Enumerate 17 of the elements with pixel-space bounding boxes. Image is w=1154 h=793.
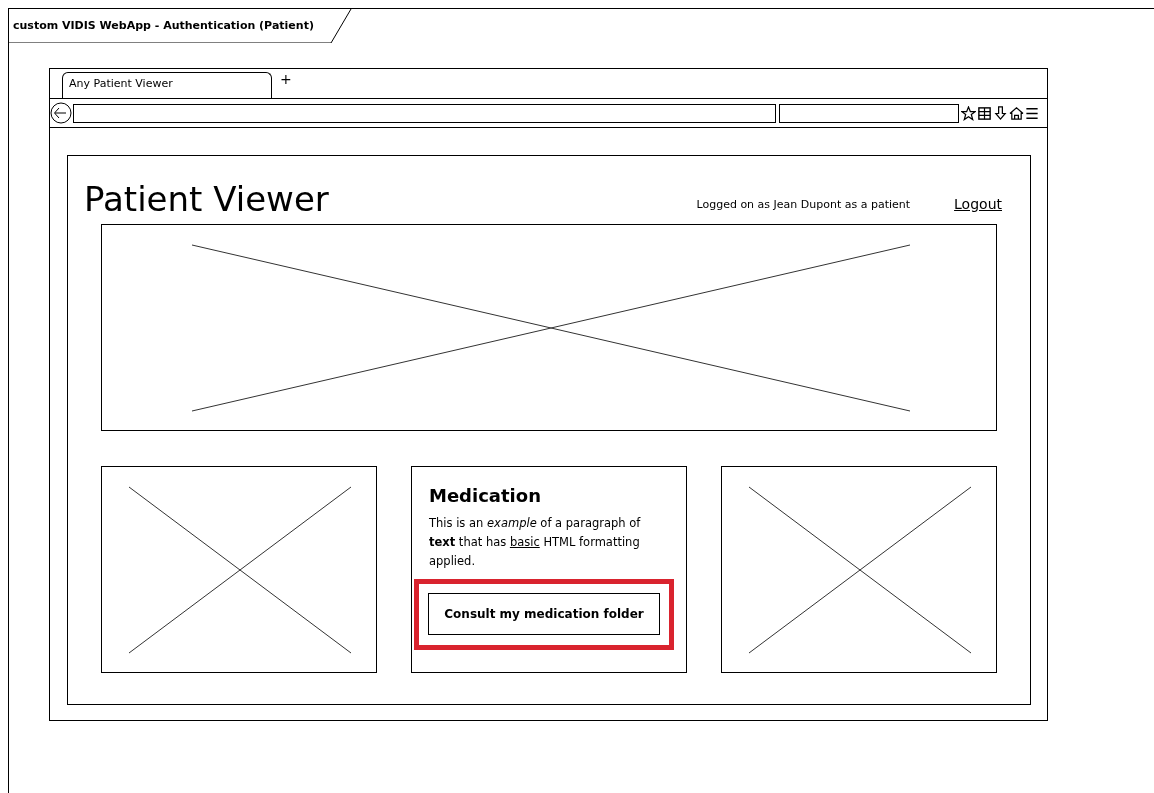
logout-link[interactable]: Logout — [954, 194, 1002, 215]
consult-button[interactable]: Consult my medication folder — [428, 592, 660, 635]
star-icon[interactable] — [961, 105, 976, 121]
list-icon[interactable] — [977, 105, 992, 121]
card-heading: Medication — [429, 485, 541, 508]
back-icon[interactable] — [50, 102, 72, 124]
search-field[interactable] — [779, 103, 959, 123]
download-icon[interactable] — [993, 105, 1008, 121]
new-tab-button[interactable]: + — [280, 72, 292, 86]
home-icon[interactable] — [1009, 105, 1024, 121]
diagram-title: custom VIDIS WebApp - Authentication (Patient) — [12, 18, 314, 34]
card-paragraph: This is an example of a paragraph of text that has basic HTML formatting applied. — [429, 514, 642, 570]
menu-icon[interactable] — [1025, 105, 1039, 121]
user-status: Logged on as Jean Dupont as a patient — [696, 196, 911, 213]
page-title: Patient Viewer — [84, 182, 329, 216]
address-field[interactable] — [73, 103, 776, 123]
browser-tab[interactable]: Any Patient Viewer — [62, 72, 272, 98]
